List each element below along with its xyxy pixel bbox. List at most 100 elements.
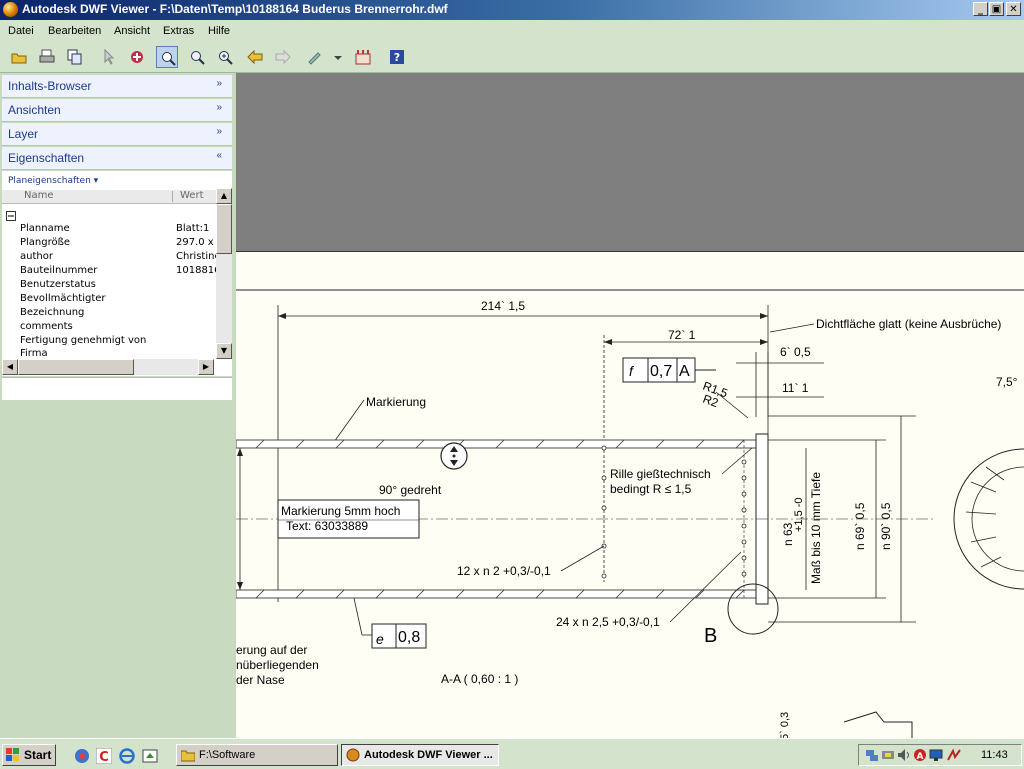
dim-n69: n 69` 0,5 — [853, 502, 867, 550]
panel-label: Eigenschaften — [8, 151, 85, 165]
prop-name: Firma — [20, 348, 48, 358]
scroll-down-icon[interactable]: ▼ — [216, 343, 232, 359]
print-icon[interactable] — [36, 46, 58, 68]
section-label: A-A ( 0,60 : 1 ) — [441, 672, 518, 686]
technical-drawing: 214` 1,5 72` 1 Dichtfläche glatt (keine … — [236, 289, 1024, 738]
options-icon[interactable] — [304, 46, 326, 68]
column-separator[interactable] — [172, 191, 173, 202]
properties-subtitle[interactable]: Planeigenschaften ▾ — [8, 176, 98, 186]
svg-text:C: C — [99, 750, 109, 764]
column-value[interactable]: Wert — [180, 190, 204, 201]
prop-value: 1018816 — [176, 265, 216, 276]
angle-label: 7,5° — [996, 375, 1018, 389]
prop-name: Bezeichnung — [20, 307, 85, 318]
drawing-canvas[interactable]: 214` 1,5 72` 1 Dichtfläche glatt (keine … — [236, 73, 1024, 738]
folder-icon — [181, 750, 195, 762]
restore-button[interactable]: ▣ — [989, 2, 1004, 16]
expand-chevron-icon[interactable]: » — [216, 78, 222, 89]
expand-chevron-icon[interactable]: » — [216, 126, 222, 137]
zoom-icon[interactable] — [186, 46, 208, 68]
copy-icon[interactable] — [64, 46, 86, 68]
tray-app-icon[interactable] — [947, 748, 961, 762]
sidebar: Inhalts-Browser » Ansichten » Layer » Eigen… — [0, 73, 234, 738]
expand-chevron-icon[interactable]: » — [216, 102, 222, 113]
scroll-up-icon[interactable]: ▲ — [216, 188, 232, 204]
menu-datei[interactable]: Datei — [8, 25, 34, 37]
rille-line2: bedingt R ≤ 1,5 — [610, 482, 692, 496]
panel-eigenschaften[interactable]: Eigenschaften « — [2, 147, 232, 170]
forward-arrow-icon[interactable] — [272, 46, 294, 68]
note-line3: der Nase — [236, 673, 285, 687]
hardware-icon[interactable] — [881, 748, 895, 762]
antivirus-icon[interactable]: A — [913, 748, 927, 762]
dwf-app-icon — [346, 748, 360, 762]
display-icon[interactable] — [929, 748, 943, 762]
column-name[interactable]: Name — [24, 190, 54, 201]
holes-12: 12 x n 2 +0,3/-0,1 — [457, 564, 551, 578]
collapse-tree-icon[interactable] — [6, 211, 17, 222]
hscroll-thumb[interactable] — [18, 359, 134, 375]
properties-vscrollbar[interactable]: ▲ ▼ — [216, 188, 232, 359]
task-label: Autodesk DWF Viewer ... — [364, 749, 493, 761]
detail-b: B — [704, 625, 717, 647]
windows-logo-icon — [6, 748, 19, 761]
back-arrow-icon[interactable] — [244, 46, 266, 68]
toolbar: ? — [0, 42, 1024, 73]
start-label: Start — [24, 748, 52, 762]
app-icon — [3, 2, 18, 17]
menu-extras[interactable]: Extras — [163, 25, 194, 37]
help-icon[interactable]: ? — [386, 46, 408, 68]
drawing-sheet[interactable]: 214` 1,5 72` 1 Dichtfläche glatt (keine … — [236, 251, 1024, 738]
quicklaunch-desktop-icon[interactable] — [142, 748, 158, 764]
zoom-rect-icon[interactable] — [156, 46, 178, 68]
system-tray: A 11:43 — [858, 744, 1022, 766]
menu-ansicht[interactable]: Ansicht — [114, 25, 150, 37]
markierung-label: Markierung — [366, 395, 426, 409]
panel-label: Layer — [8, 127, 39, 141]
close-button[interactable]: ✕ — [1006, 2, 1021, 16]
prop-name: Planname — [20, 223, 70, 234]
prop-value: 297.0 x — [176, 237, 214, 248]
menu-bar: Datei Bearbeiten Ansicht Extras Hilfe — [0, 20, 1024, 42]
scroll-left-icon[interactable]: ◀ — [2, 359, 18, 375]
gedreht-label: 90° gedreht — [379, 483, 442, 497]
collapse-chevron-icon[interactable]: « — [216, 150, 222, 161]
panel-label: Ansichten — [8, 103, 61, 117]
menu-hilfe[interactable]: Hilfe — [208, 25, 230, 37]
prop-name: Benutzerstatus — [20, 279, 96, 290]
prop-name: Fertigung genehmigt von — [20, 335, 147, 346]
dim-bottom: 5` 0,3 — [779, 712, 791, 738]
menu-bearbeiten[interactable]: Bearbeiten — [48, 25, 101, 37]
tol-08: 0,8 — [398, 629, 420, 646]
task-software[interactable]: F:\Software — [176, 744, 338, 766]
properties-hscrollbar[interactable]: ◀ ▶ — [2, 359, 214, 375]
svg-text:?: ? — [394, 51, 400, 64]
quicklaunch-browser-icon[interactable] — [74, 748, 90, 764]
select-icon[interactable] — [98, 46, 120, 68]
start-button[interactable]: Start — [2, 744, 56, 766]
dim-11: 11` 1 — [782, 381, 809, 395]
svg-text:A: A — [917, 752, 924, 762]
tol-07: 0,7 — [650, 363, 672, 380]
task-dwf-viewer[interactable]: Autodesk DWF Viewer ... — [341, 744, 499, 766]
dichtflaeche-note: Dichtfläche glatt (keine Ausbrüche) — [816, 317, 1001, 331]
network-icon[interactable] — [865, 748, 879, 762]
volume-icon[interactable] — [897, 748, 911, 762]
panel-ansichten[interactable]: Ansichten » — [2, 99, 232, 122]
quicklaunch-c-icon[interactable]: C — [95, 747, 113, 765]
markup-icon[interactable] — [126, 46, 148, 68]
autodesk-logo-icon[interactable] — [352, 46, 374, 68]
prop-name: Bevollmächtigter — [20, 293, 106, 304]
scroll-thumb[interactable] — [216, 204, 232, 254]
panel-inhalts-browser[interactable]: Inhalts-Browser » — [2, 75, 232, 98]
dropdown-arrow-icon[interactable] — [330, 46, 352, 68]
properties-header: Name Wert — [2, 190, 216, 204]
prop-name: comments — [20, 321, 73, 332]
scroll-right-icon[interactable]: ▶ — [198, 359, 214, 375]
open-icon[interactable] — [8, 46, 30, 68]
panel-layer[interactable]: Layer » — [2, 123, 232, 146]
minimize-button[interactable]: _ — [973, 2, 988, 16]
zoom-in-icon[interactable] — [214, 46, 236, 68]
quicklaunch-ie-icon[interactable] — [119, 748, 135, 764]
task-label: F:\Software — [199, 749, 256, 761]
